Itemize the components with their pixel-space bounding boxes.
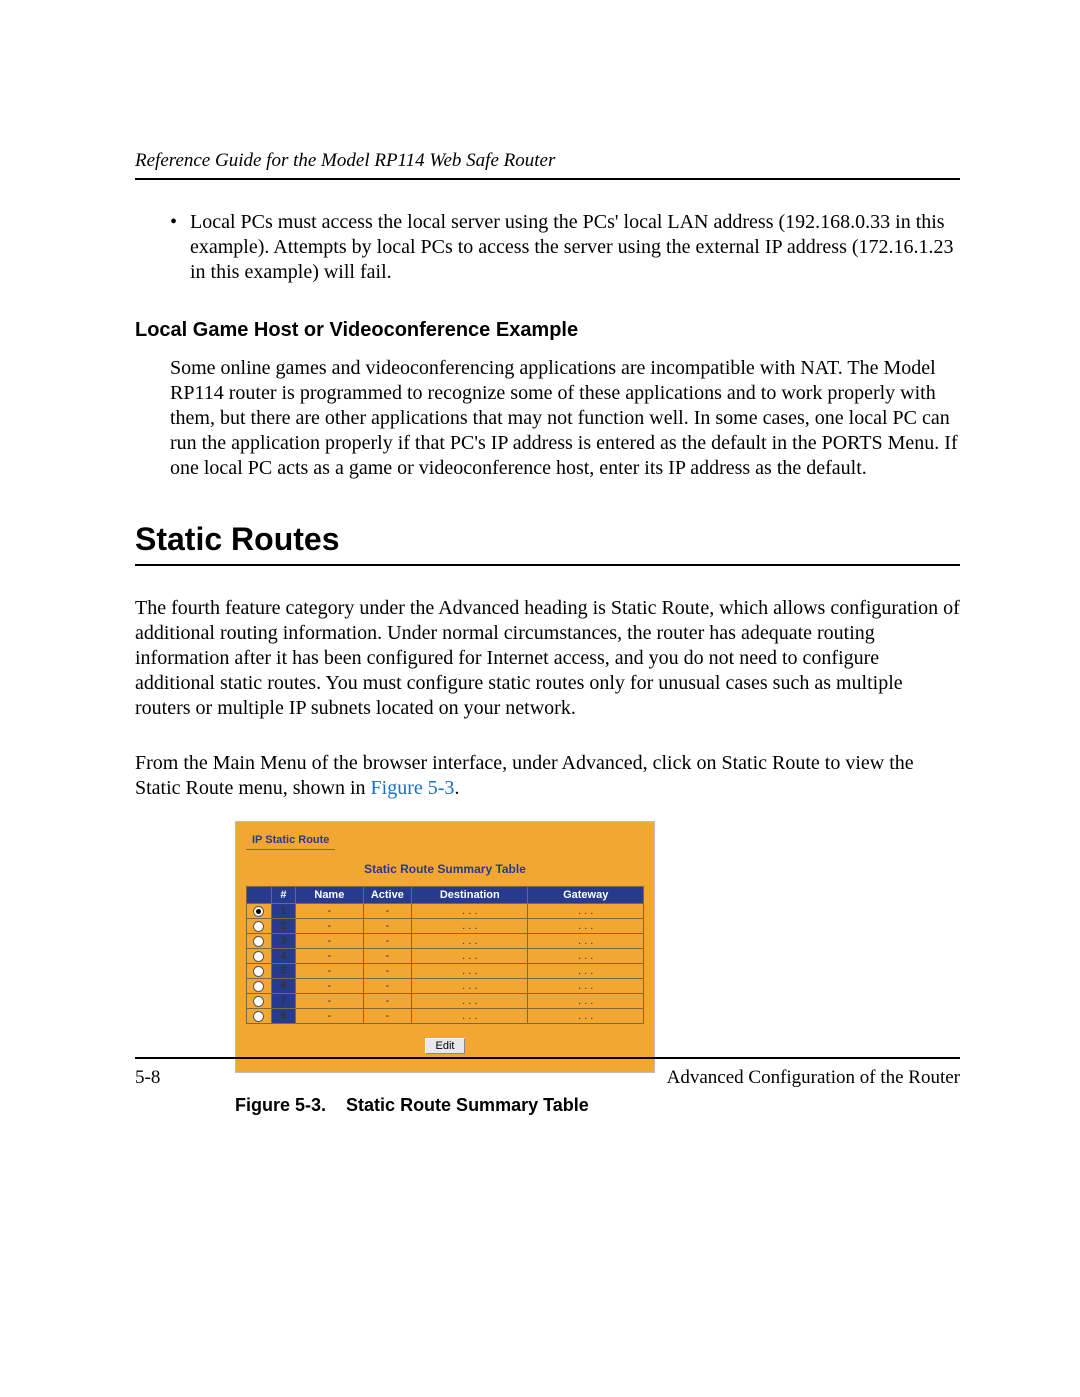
row-destination: . . . [412,949,528,964]
running-header: Reference Guide for the Model RP114 Web … [135,150,960,180]
heading-static-routes: Static Routes [135,521,960,566]
row-index: 8 [271,1009,295,1024]
row-index: 4 [271,949,295,964]
row-destination: . . . [412,994,528,1009]
row-destination: . . . [412,979,528,994]
static-route-table: # Name Active Destination Gateway 1--. .… [246,886,644,1024]
row-gateway: . . . [528,919,644,934]
panel-title: Static Route Summary Table [246,862,644,876]
row-radio[interactable] [247,919,272,934]
row-radio[interactable] [247,1009,272,1024]
figure-caption: Figure 5-3. Static Route Summary Table [235,1095,960,1116]
col-destination: Destination [412,887,528,904]
row-gateway: . . . [528,904,644,919]
row-radio[interactable] [247,964,272,979]
row-destination: . . . [412,934,528,949]
table-row: 7--. . .. . . [247,994,644,1009]
table-row: 1--. . .. . . [247,904,644,919]
col-active: Active [363,887,412,904]
col-radio [247,887,272,904]
para-text: From the Main Menu of the browser interf… [135,752,914,799]
panel-tab: IP Static Route [246,831,335,850]
row-name: - [296,934,363,949]
col-gateway: Gateway [528,887,644,904]
row-destination: . . . [412,919,528,934]
row-active: - [363,949,412,964]
row-gateway: . . . [528,979,644,994]
row-destination: . . . [412,904,528,919]
row-radio[interactable] [247,979,272,994]
subheading-game-host: Local Game Host or Videoconference Examp… [135,319,960,342]
row-index: 5 [271,964,295,979]
para-text-tail: . [454,777,459,799]
row-destination: . . . [412,964,528,979]
row-name: - [296,994,363,1009]
row-index: 3 [271,934,295,949]
row-gateway: . . . [528,1009,644,1024]
table-row: 4--. . .. . . [247,949,644,964]
row-active: - [363,979,412,994]
row-index: 7 [271,994,295,1009]
row-gateway: . . . [528,949,644,964]
paragraph-game-host: Some online games and videoconferencing … [170,356,960,481]
figure-ref-link[interactable]: Figure 5-3 [371,777,455,799]
row-name: - [296,964,363,979]
section-title: Advanced Configuration of the Router [667,1067,960,1089]
table-row: 2--. . .. . . [247,919,644,934]
figure-title: Static Route Summary Table [346,1095,589,1115]
table-row: 3--. . .. . . [247,934,644,949]
table-row: 6--. . .. . . [247,979,644,994]
row-gateway: . . . [528,964,644,979]
bullet-item: • Local PCs must access the local server… [170,210,960,285]
row-radio[interactable] [247,934,272,949]
edit-button[interactable]: Edit [425,1038,466,1054]
table-row: 5--. . .. . . [247,964,644,979]
bullet-text: Local PCs must access the local server u… [190,210,960,285]
row-index: 1 [271,904,295,919]
bullet-icon: • [170,210,190,285]
col-name: Name [296,887,363,904]
row-gateway: . . . [528,934,644,949]
row-index: 6 [271,979,295,994]
row-active: - [363,919,412,934]
paragraph-static-routes-2: From the Main Menu of the browser interf… [135,751,960,801]
row-destination: . . . [412,1009,528,1024]
row-active: - [363,994,412,1009]
col-num: # [271,887,295,904]
row-radio[interactable] [247,994,272,1009]
row-radio[interactable] [247,949,272,964]
page-number: 5-8 [135,1067,160,1089]
row-name: - [296,1009,363,1024]
page-footer: 5-8 Advanced Configuration of the Router [135,1057,960,1089]
paragraph-static-routes-1: The fourth feature category under the Ad… [135,596,960,721]
row-name: - [296,949,363,964]
row-index: 2 [271,919,295,934]
row-name: - [296,919,363,934]
static-route-panel: IP Static Route Static Route Summary Tab… [235,821,655,1073]
row-name: - [296,904,363,919]
row-active: - [363,1009,412,1024]
row-name: - [296,979,363,994]
row-radio[interactable] [247,904,272,919]
row-gateway: . . . [528,994,644,1009]
row-active: - [363,934,412,949]
figure-number: Figure 5-3. [235,1095,326,1115]
row-active: - [363,964,412,979]
row-active: - [363,904,412,919]
table-row: 8--. . .. . . [247,1009,644,1024]
